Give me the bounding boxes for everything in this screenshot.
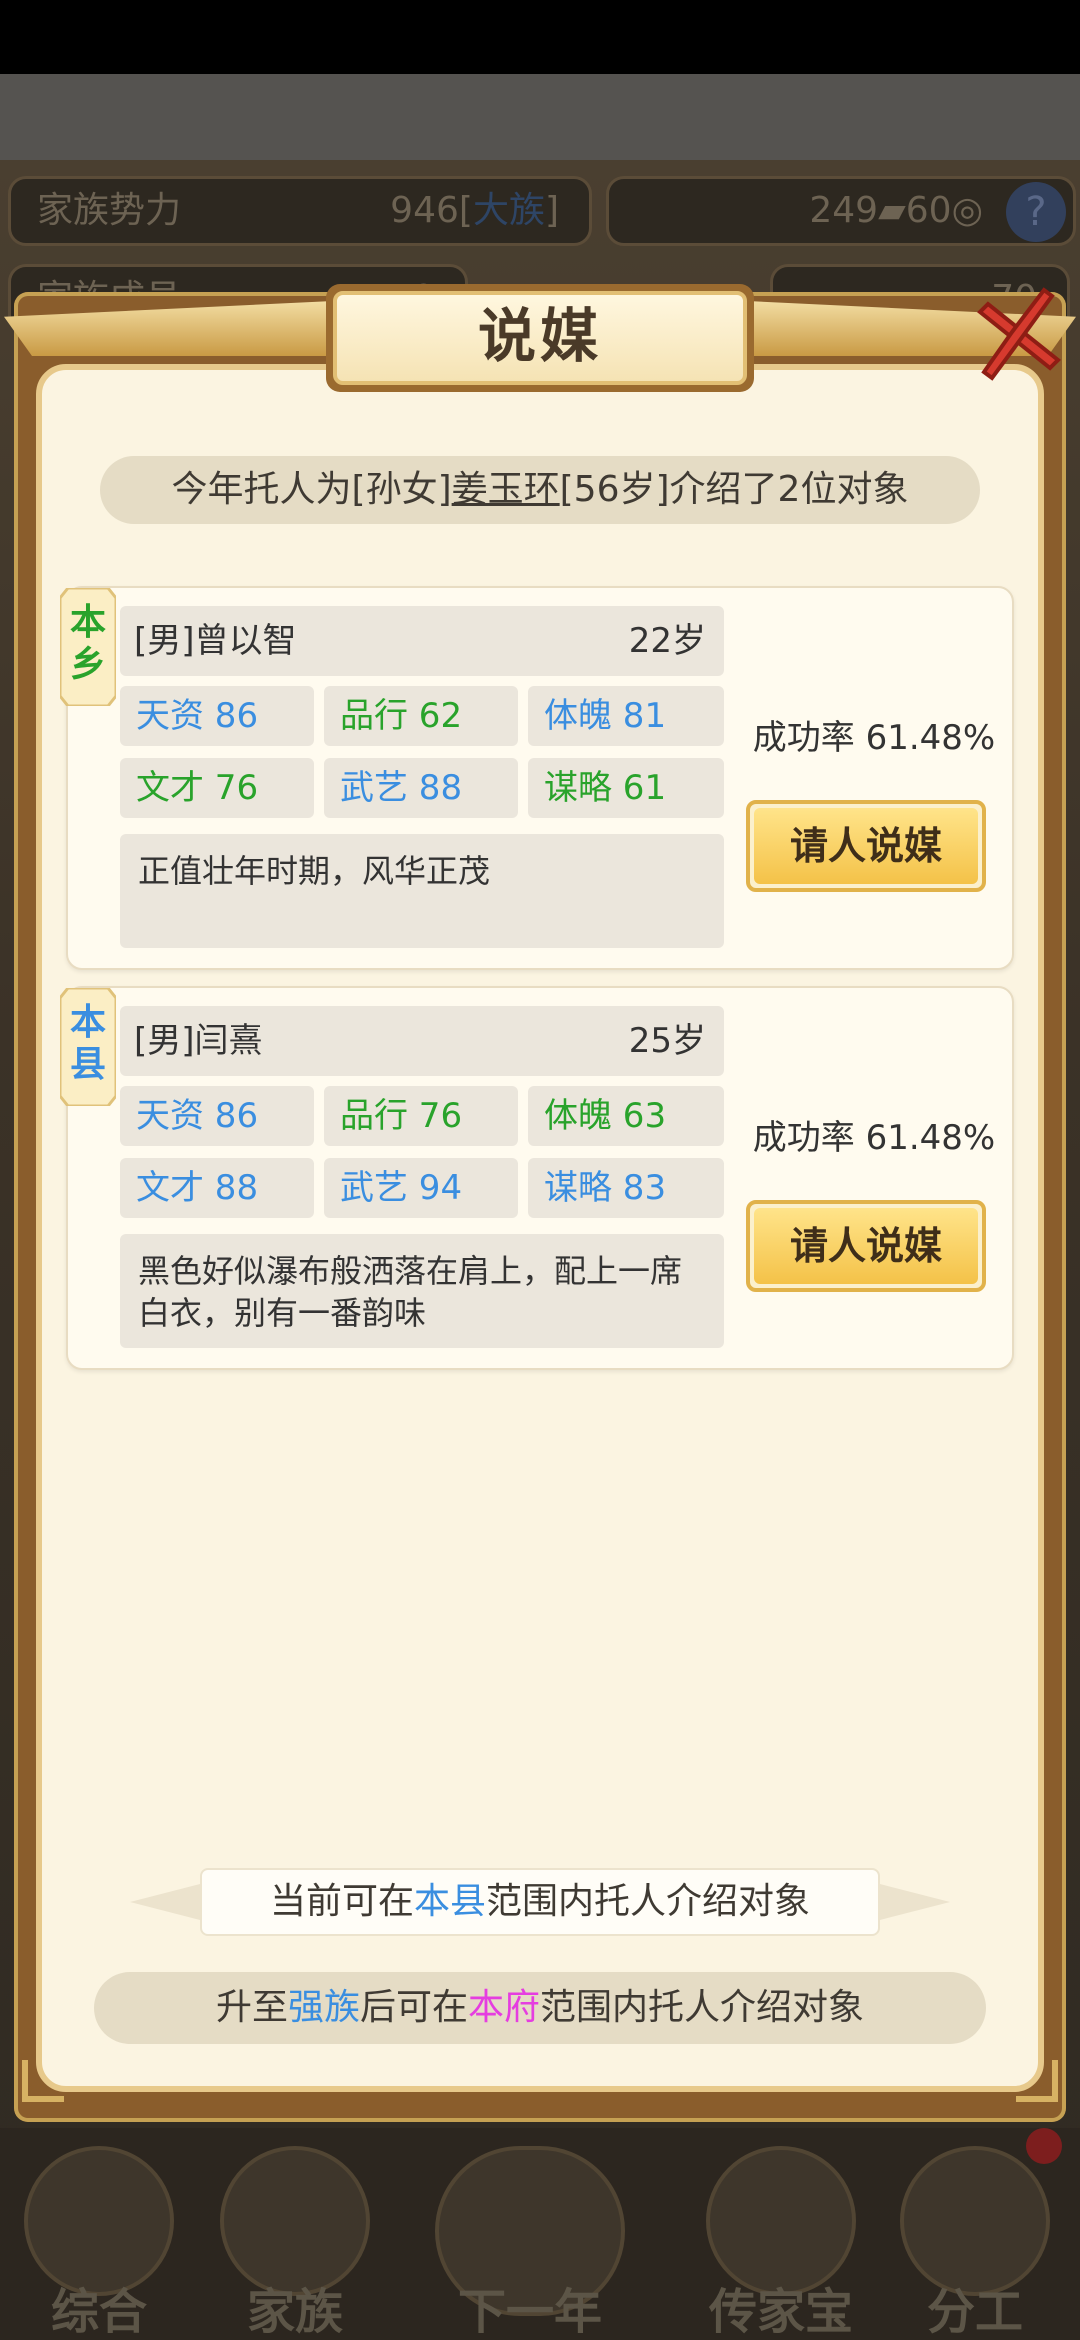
- candidate-name: [男]曾以智: [134, 621, 297, 661]
- clan-power-label: 家族势力: [37, 190, 182, 231]
- stat-physique: 体魄 63: [528, 1086, 724, 1146]
- region-tag: 本县: [60, 988, 116, 1106]
- request-matchmaker-button[interactable]: 请人说媒: [746, 1200, 986, 1292]
- success-rate: 成功率 61.48%: [752, 718, 996, 758]
- stat-aptitude: 天资 86: [120, 686, 314, 746]
- request-matchmaker-label: 请人说媒: [754, 808, 978, 884]
- candidate-card: 本乡 [男]曾以智 22岁 天资 86 品行 62 体魄 81 文才 76 武艺…: [60, 586, 1014, 970]
- stat-literary: 文才 88: [120, 1158, 314, 1218]
- frame-corner: [22, 2060, 64, 2102]
- granddaughter-name-link[interactable]: 姜玉环: [452, 469, 560, 510]
- stat-physique: 体魄 81: [528, 686, 724, 746]
- nav-item-assign[interactable]: 分工: [890, 2146, 1060, 2340]
- close-button[interactable]: [962, 282, 1072, 392]
- nav-item-overview[interactable]: 综合: [14, 2146, 184, 2340]
- candidate-name-row: [男]曾以智 22岁: [120, 606, 724, 676]
- match-summary: 今年托人为[孙女]姜玉环[56岁]介绍了2位对象: [100, 456, 980, 524]
- stat-martial: 武艺 94: [324, 1158, 518, 1218]
- scope-note-text: 当前可在本县范围内托人介绍对象: [200, 1868, 880, 1936]
- candidate-description: 正值壮年时期，风华正茂: [120, 834, 724, 948]
- candidate-name: [男]闫熹: [134, 1021, 263, 1061]
- notification-dot: [1026, 2128, 1062, 2164]
- stat-literary: 文才 76: [120, 758, 314, 818]
- nav-label: 传家宝: [708, 2284, 853, 2340]
- upgrade-note: 升至强族后可在本府范围内托人介绍对象: [94, 1972, 986, 2044]
- nav-label: 综合: [50, 2284, 147, 2340]
- close-x-icon: [977, 287, 1061, 381]
- nav-label: 家族: [246, 2284, 343, 2340]
- stat-strategy: 谋略 83: [528, 1158, 724, 1218]
- status-bar: [0, 0, 1080, 74]
- request-matchmaker-label: 请人说媒: [754, 1208, 978, 1284]
- stat-aptitude: 天资 86: [120, 1086, 314, 1146]
- candidate-name-row: [男]闫熹 25岁: [120, 1006, 724, 1076]
- region-tag-label: 本乡: [69, 602, 106, 685]
- nav-item-next-year[interactable]: 下一年: [420, 2146, 640, 2340]
- stat-strategy: 谋略 61: [528, 758, 724, 818]
- dialog-title: 说媒: [333, 291, 747, 385]
- scope-note: 当前可在本县范围内托人介绍对象: [130, 1868, 950, 1936]
- nav-label: 下一年: [457, 2284, 602, 2340]
- stat-morality: 品行 62: [324, 686, 518, 746]
- dialog-title-plate: 说媒: [326, 284, 754, 392]
- currency-values: 249▰60◎: [809, 190, 983, 231]
- region-tag: 本乡: [60, 588, 116, 706]
- frame-corner: [1016, 2060, 1058, 2102]
- request-matchmaker-button[interactable]: 请人说媒: [746, 800, 986, 892]
- candidate-description: 黑色好似瀑布般洒落在肩上，配上一席白衣，别有一番韵味: [120, 1234, 724, 1348]
- candidate-card: 本县 [男]闫熹 25岁 天资 86 品行 76 体魄 63 文才 88 武艺 …: [60, 986, 1014, 1370]
- clan-power-value: 946[大族]: [390, 190, 559, 231]
- stat-martial: 武艺 88: [324, 758, 518, 818]
- nav-item-heirloom[interactable]: 传家宝: [696, 2146, 866, 2340]
- region-tag-label: 本县: [69, 1002, 106, 1085]
- stat-morality: 品行 76: [324, 1086, 518, 1146]
- clan-power-bar: 家族势力 946[大族]: [8, 176, 592, 246]
- candidate-age: 22岁: [628, 621, 706, 661]
- nav-label: 分工: [926, 2284, 1023, 2340]
- candidate-age: 25岁: [628, 1021, 706, 1061]
- success-rate: 成功率 61.48%: [752, 1118, 996, 1158]
- help-icon[interactable]: ?: [1006, 182, 1066, 242]
- nav-item-clan[interactable]: 家族: [210, 2146, 380, 2340]
- top-strip: [0, 74, 1080, 160]
